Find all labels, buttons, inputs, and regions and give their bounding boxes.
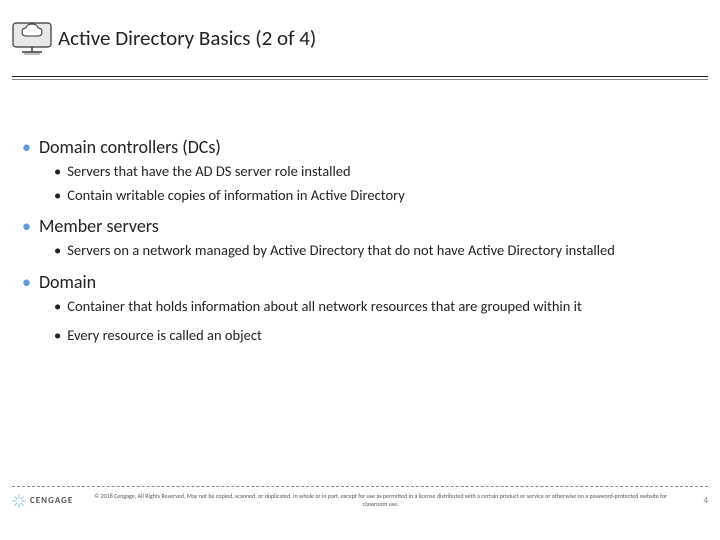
bullet-heading-text: Domain [39, 271, 96, 293]
bullet-heading: • Domain controllers (DCs) [22, 136, 690, 158]
slide: Active Directory Basics (2 of 4) • Domain… [0, 0, 720, 540]
bullet-dot-icon: • [22, 271, 31, 293]
cloud-monitor-icon [10, 20, 54, 56]
title-row: Active Directory Basics (2 of 4) [10, 20, 720, 56]
slide-header: Active Directory Basics (2 of 4) [0, 0, 720, 76]
sub-bullet: • Container that holds information about … [54, 297, 690, 317]
sub-bullet-group: • Container that holds information about … [54, 297, 690, 346]
bullet-dot-icon: • [54, 326, 61, 346]
brand-name: CENGAGE [30, 495, 73, 506]
header-divider [12, 76, 708, 80]
bullet-dot-icon: • [54, 297, 61, 317]
sub-bullet: • Servers that have the AD DS server role… [54, 162, 690, 182]
brand-logo: CENGAGE [12, 494, 73, 508]
sub-bullet: • Servers on a network managed by Active … [54, 241, 690, 261]
sub-bullet-text: Container that holds information about a… [67, 297, 582, 317]
bullet-heading-text: Domain controllers (DCs) [39, 136, 221, 158]
sub-bullet-group: • Servers that have the AD DS server role… [54, 162, 690, 205]
bullet-heading: • Domain [22, 271, 690, 293]
sub-bullet-text: Servers that have the AD DS server role … [67, 162, 350, 182]
page-number: 4 [688, 495, 708, 506]
copyright-text: © 2018 Cengage. All Rights Reserved. May… [73, 493, 688, 509]
footer-row: CENGAGE © 2018 Cengage. All Rights Reser… [0, 493, 720, 509]
footer-divider [12, 486, 708, 487]
bullet-dot-icon: • [54, 241, 61, 261]
sub-bullet-text: Servers on a network managed by Active D… [67, 241, 615, 261]
sub-bullet-group: • Servers on a network managed by Active … [54, 241, 690, 261]
sub-bullet-text: Contain writable copies of information i… [67, 186, 405, 206]
bullet-heading-text: Member servers [39, 215, 159, 237]
bullet-dot-icon: • [22, 215, 31, 237]
sub-bullet-text: Every resource is called an object [67, 326, 262, 346]
bullet-dot-icon: • [22, 136, 31, 158]
slide-footer: CENGAGE © 2018 Cengage. All Rights Reser… [0, 486, 720, 534]
starburst-icon [12, 494, 26, 508]
slide-body: • Domain controllers (DCs) • Servers that … [0, 76, 720, 346]
slide-title: Active Directory Basics (2 of 4) [58, 25, 316, 51]
bullet-heading: • Member servers [22, 215, 690, 237]
sub-bullet: • Contain writable copies of information … [54, 186, 690, 206]
sub-bullet: • Every resource is called an object [54, 326, 690, 346]
bullet-dot-icon: • [54, 186, 61, 206]
bullet-dot-icon: • [54, 162, 61, 182]
